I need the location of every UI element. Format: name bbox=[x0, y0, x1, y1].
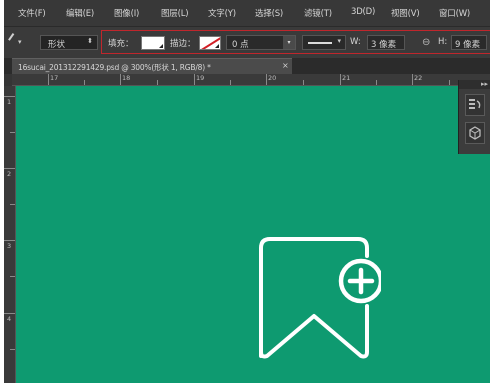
fill-swatch[interactable] bbox=[141, 36, 165, 50]
stroke-type-select[interactable]: ▾ bbox=[302, 35, 346, 50]
ruler-label: 19 bbox=[196, 74, 205, 82]
ruler-label: 2 bbox=[7, 170, 12, 178]
tool-preset-caret-icon[interactable]: ▾ bbox=[18, 38, 22, 46]
document-title: 16sucai_201312291429.psd @ 300%(形状 1, RG… bbox=[18, 63, 211, 72]
width-input[interactable]: 3 像素 bbox=[367, 35, 405, 50]
width-label: W: bbox=[350, 37, 361, 47]
link-dimensions-icon[interactable]: ⊖ bbox=[422, 37, 430, 48]
ruler-label: 1 bbox=[7, 98, 12, 106]
menu-bar: 文件(F) 编辑(E) 图像(I) 图层(L) 文字(Y) 选择(S) 滤镜(T… bbox=[4, 0, 490, 26]
collapsed-panel-dock: ▸▸ bbox=[458, 80, 490, 154]
vertical-ruler[interactable]: 1 2 3 4 bbox=[4, 86, 16, 383]
fill-label: 填充： bbox=[108, 39, 134, 49]
stroke-label: 描边： bbox=[170, 39, 196, 49]
menu-window[interactable]: 窗口(W) bbox=[439, 7, 470, 19]
menu-select[interactable]: 选择(S) bbox=[255, 7, 283, 19]
tool-mode-value: 形状 bbox=[48, 40, 66, 50]
horizontal-ruler[interactable]: 17 18 19 20 21 22 bbox=[12, 74, 490, 86]
close-icon[interactable]: × bbox=[282, 61, 289, 70]
menu-view[interactable]: 视图(V) bbox=[391, 7, 420, 19]
height-input[interactable]: 9 像素 bbox=[451, 35, 487, 50]
ruler-label: 21 bbox=[342, 74, 351, 82]
stroke-width-input[interactable]: 0 点 ▾ bbox=[226, 35, 296, 50]
line-tool-icon[interactable] bbox=[8, 33, 14, 41]
menu-type[interactable]: 文字(Y) bbox=[208, 7, 236, 19]
chevron-down-icon: ▾ bbox=[337, 37, 341, 45]
photoshop-window: 文件(F) 编辑(E) 图像(I) 图层(L) 文字(Y) 选择(S) 滤镜(T… bbox=[4, 0, 490, 383]
select-arrows-icon: ⬍ bbox=[87, 37, 93, 45]
history-icon[interactable] bbox=[465, 94, 485, 116]
document-tab[interactable]: 16sucai_201312291429.psd @ 300%(形状 1, RG… bbox=[12, 58, 292, 74]
ruler-label: 18 bbox=[122, 74, 131, 82]
ruler-label: 22 bbox=[414, 74, 423, 82]
height-label: H: bbox=[438, 37, 448, 47]
document-tab-bar: 16sucai_201312291429.psd @ 300%(形状 1, RG… bbox=[4, 58, 490, 74]
options-bar: ▾ 形状 ⬍ 填充： 描边： 0 点 ▾ ▾ W: 3 像素 ⊖ H: 9 像素 bbox=[4, 26, 490, 60]
ruler-label: 20 bbox=[268, 74, 277, 82]
ruler-label: 3 bbox=[7, 242, 12, 250]
width-value: 3 像素 bbox=[371, 40, 397, 50]
ruler-label: 17 bbox=[50, 74, 59, 82]
stroke-swatch[interactable] bbox=[199, 36, 221, 50]
bookmark-plus-icon[interactable] bbox=[251, 236, 381, 366]
menu-filter[interactable]: 滤镜(T) bbox=[304, 7, 332, 19]
solid-line-icon bbox=[308, 42, 332, 44]
menu-file[interactable]: 文件(F) bbox=[18, 7, 46, 19]
ruler-label: 4 bbox=[7, 315, 12, 323]
cube-icon[interactable] bbox=[465, 122, 485, 144]
document-canvas[interactable] bbox=[16, 86, 490, 383]
stroke-width-dropdown-icon[interactable]: ▾ bbox=[283, 36, 295, 49]
tool-mode-select[interactable]: 形状 ⬍ bbox=[40, 35, 98, 50]
menu-image[interactable]: 图像(I) bbox=[114, 7, 139, 19]
expand-panels-icon[interactable]: ▸▸ bbox=[459, 80, 490, 89]
stroke-width-value: 0 点 bbox=[232, 40, 249, 50]
height-value: 9 像素 bbox=[455, 40, 481, 50]
menu-edit[interactable]: 编辑(E) bbox=[66, 7, 94, 19]
menu-layer[interactable]: 图层(L) bbox=[161, 7, 189, 19]
menu-3d[interactable]: 3D(D) bbox=[351, 7, 375, 17]
